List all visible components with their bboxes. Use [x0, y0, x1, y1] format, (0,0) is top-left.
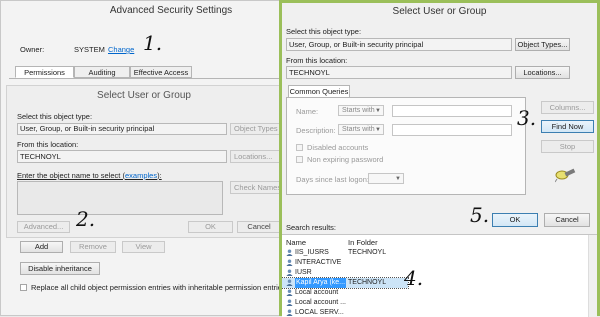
small-advanced-button[interactable]: Advanced...	[17, 221, 70, 233]
non-expiring-label: Non expiring password	[307, 155, 384, 164]
annotation-4: 4.	[404, 266, 424, 290]
name-label: Name:	[296, 107, 319, 116]
chevron-down-icon: ▼	[375, 127, 381, 133]
object-type-label: Select this object type:	[286, 27, 362, 36]
stop-button[interactable]: Stop	[541, 140, 594, 153]
tab-auditing[interactable]: Auditing	[74, 66, 130, 78]
owner-label: Owner:	[20, 45, 45, 54]
cancel-button[interactable]: Cancel	[544, 213, 590, 227]
chevron-down-icon: ▼	[395, 176, 401, 182]
days-since-logon-label: Days since last logon:	[296, 175, 369, 184]
view-button[interactable]: View	[122, 241, 165, 253]
result-name: IUSR	[295, 269, 312, 276]
user-group-icon	[286, 299, 293, 306]
results-rows: IIS_IUSRS TECHNOYL INTERACTIVE IUSR Kapil Ar…	[282, 248, 586, 317]
result-name: INTERACTIVE	[295, 259, 342, 266]
description-input[interactable]	[392, 124, 512, 136]
description-starts-with-value: Starts with	[342, 126, 375, 133]
search-results-label: Search results:	[286, 223, 337, 232]
tab-effective-access[interactable]: Effective Access	[130, 66, 192, 78]
small-select-dialog: Select User or Group Select this object …	[6, 85, 283, 238]
small-enter-label-suffix: ):	[157, 171, 162, 180]
non-expiring-checkbox[interactable]	[296, 156, 303, 163]
days-since-logon-select[interactable]: ▼	[368, 173, 404, 184]
small-dialog-title: Select User or Group	[97, 90, 191, 101]
replace-child-label: Replace all child object permission entr…	[31, 283, 286, 292]
result-row[interactable]: Local account	[282, 288, 582, 298]
user-group-icon	[286, 279, 293, 286]
small-object-name-input[interactable]	[17, 181, 223, 215]
replace-child-checkbox[interactable]	[20, 284, 27, 291]
search-flashlight-icon	[555, 168, 576, 183]
advanced-security-title: Advanced Security Settings	[109, 5, 233, 16]
disabled-accounts-label: Disabled accounts	[307, 143, 369, 152]
small-object-type-field: User, Group, or Built-in security princi…	[17, 123, 227, 135]
col-header-folder[interactable]: In Folder	[348, 238, 378, 247]
name-starts-with-value: Starts with	[342, 107, 375, 114]
tab-permissions[interactable]: Permissions	[15, 66, 74, 78]
locations-button[interactable]: Locations...	[515, 66, 570, 79]
user-group-icon	[286, 289, 293, 296]
result-folder: TECHNOYL	[348, 279, 387, 286]
results-scrollbar[interactable]	[588, 235, 597, 317]
description-label: Description:	[296, 126, 336, 135]
location-label: From this location:	[286, 56, 348, 65]
result-row[interactable]: IUSR	[282, 268, 582, 278]
add-button[interactable]: Add	[20, 241, 63, 253]
owner-value: SYSTEM	[74, 45, 105, 54]
object-types-button[interactable]: Object Types...	[515, 38, 570, 51]
result-name: Kapil Arya (ke...	[295, 278, 347, 288]
name-input[interactable]	[392, 105, 512, 117]
result-row[interactable]: IIS_IUSRS TECHNOYL	[282, 248, 582, 258]
result-row[interactable]: Kapil Arya (ke... TECHNOYL	[282, 277, 409, 289]
columns-button[interactable]: Columns...	[541, 101, 594, 114]
result-folder: TECHNOYL	[348, 249, 387, 256]
small-ok-button[interactable]: OK	[188, 221, 233, 233]
result-row[interactable]: Local account ...	[282, 298, 582, 308]
small-check-names-button[interactable]: Check Names	[230, 181, 283, 194]
ok-button[interactable]: OK	[492, 213, 538, 227]
name-starts-with-select[interactable]: Starts with ▼	[338, 105, 384, 116]
small-object-types-button[interactable]: Object Types	[230, 123, 283, 135]
disable-inheritance-button[interactable]: Disable inheritance	[20, 262, 100, 275]
results-list: Name In Folder IIS_IUSRS TECHNOYL INTERACT…	[282, 234, 597, 317]
result-row[interactable]: INTERACTIVE	[282, 258, 582, 268]
disabled-accounts-checkbox[interactable]	[296, 144, 303, 151]
small-examples-link[interactable]: examples	[125, 171, 157, 180]
user-group-icon	[286, 309, 293, 316]
small-cancel-button[interactable]: Cancel	[237, 221, 281, 233]
small-enter-label: Enter the object name to select (example…	[17, 171, 162, 180]
annotation-1: 1.	[143, 31, 163, 55]
annotation-2: 2.	[76, 207, 96, 231]
small-location-field: TECHNOYL	[17, 150, 227, 163]
col-header-name[interactable]: Name	[286, 238, 306, 247]
user-group-icon	[286, 269, 293, 276]
large-dialog-title: Select User or Group	[392, 6, 487, 17]
result-name: Local account	[295, 289, 339, 296]
result-name: IIS_IUSRS	[295, 249, 329, 256]
annotation-3: 3.	[517, 106, 537, 130]
large-select-dialog: Select User or Group Select this object …	[279, 0, 600, 317]
location-field: TECHNOYL	[286, 66, 512, 79]
description-starts-with-select[interactable]: Starts with ▼	[338, 124, 384, 135]
small-object-type-label: Select this object type:	[17, 112, 93, 121]
annotation-5: 5.	[470, 203, 490, 227]
user-group-icon	[286, 259, 293, 266]
change-owner-link[interactable]: Change	[108, 45, 134, 54]
chevron-down-icon: ▼	[375, 108, 381, 114]
small-location-label: From this location:	[17, 140, 79, 149]
user-group-icon	[286, 249, 293, 256]
object-type-field: User, Group, or Built-in security princi…	[286, 38, 512, 51]
small-locations-button[interactable]: Locations...	[230, 150, 283, 163]
result-name: Local account ...	[295, 299, 346, 306]
small-enter-label-prefix: Enter the object name to select (	[17, 171, 125, 180]
find-now-button[interactable]: Find Now	[541, 120, 594, 133]
remove-button[interactable]: Remove	[70, 241, 116, 253]
